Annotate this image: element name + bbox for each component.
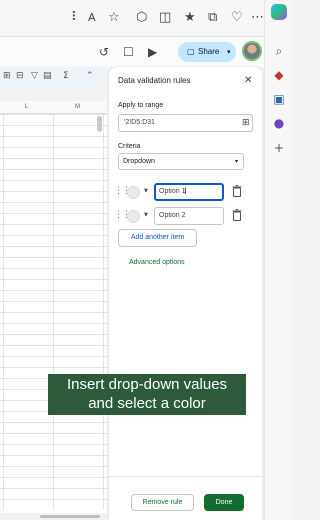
horizontal-scrollbar[interactable] [0,513,107,520]
color-caret-icon[interactable]: ▼ [144,212,148,218]
favorite-star-icon[interactable]: ☆ [108,11,120,25]
criteria-label: Criteria [118,143,141,150]
color-swatch[interactable] [127,210,140,223]
edge-sidebar: ⌕ ◆ ▣ ● + [264,0,292,520]
color-swatch[interactable] [127,186,140,199]
text-size-icon[interactable]: A [88,11,96,25]
add-another-item-button[interactable]: Add another item [118,229,197,247]
collapse-toolbar-icon[interactable]: ⌃ [86,71,94,82]
dropdown-option-row: ⋮⋮ ▼ Option 2 [114,207,252,225]
caption-overlay: Insert drop-down values and select a col… [48,374,246,415]
column-label[interactable]: M [75,104,80,110]
filter-views-icon[interactable]: ▤ [43,71,52,82]
collections-icon[interactable]: ⧉ [208,11,217,25]
apply-to-range-label: Apply to range [118,102,164,109]
select-range-icon[interactable]: ⊞ [242,118,250,128]
scrollbar-thumb[interactable] [40,515,100,518]
copilot-icon[interactable] [271,4,287,20]
browser-essentials-icon[interactable]: ♡ [231,11,243,25]
grid-cells[interactable] [0,114,107,510]
color-caret-icon[interactable]: ▼ [144,188,148,194]
caption-line-1: Insert drop-down values [66,376,228,393]
delete-icon[interactable] [232,185,242,197]
version-history-icon[interactable]: ↺ [99,45,109,59]
shopping-icon[interactable]: ◆ [272,68,286,82]
borders-icon[interactable]: ⊞ [3,71,11,82]
share-button[interactable]: ▢ Share ▾ [178,42,236,62]
avatar[interactable] [242,41,262,61]
games-icon[interactable]: ● [272,116,286,130]
search-icon[interactable]: ⌕ [272,44,286,58]
formatting-toolbar: ⊞ ⊟ ▽ ▤ Σ ⌃ [0,67,107,87]
functions-icon[interactable]: Σ [63,71,69,82]
share-label: Share [198,47,220,56]
merge-cells-icon[interactable]: ⊟ [16,71,24,82]
dropdown-option-row: ⋮⋮ ▼ Option 1 I [114,183,252,201]
option-value: Option 2 [159,212,186,219]
more-menu-icon[interactable]: ⋯ [251,11,264,25]
criteria-dropdown[interactable]: Dropdown ▾ [118,153,244,170]
lock-icon: ▢ [187,47,195,56]
split-screen-icon[interactable]: ◫ [159,11,171,25]
column-header: L M [0,101,107,114]
caption-line-2: and select a color [88,395,206,412]
option-input[interactable]: Option 2 [154,207,224,225]
favorites-icon[interactable]: ★ [184,11,196,25]
chevron-down-icon[interactable]: ▾ [227,42,231,62]
range-value: '2!D5:D31 [124,119,155,126]
close-icon[interactable]: ✕ [244,75,252,87]
browser-toolbar: ⠇ A ☆ ⬡ ◫ ★ ⧉ ♡ ⋯ [0,0,292,37]
meet-icon[interactable]: ▶ [148,45,157,59]
criteria-value: Dropdown [123,158,155,165]
filter-icon[interactable]: ▽ [31,71,38,82]
done-button[interactable]: Done [204,494,244,511]
option-value: Option 1 [159,188,186,195]
delete-icon[interactable] [232,209,242,221]
extension-icon[interactable]: ⬡ [136,11,147,25]
read-aloud-icon[interactable]: ⠇ [71,11,81,25]
data-validation-panel: Data validation rules ✕ Apply to range '… [109,67,262,520]
column-label[interactable]: L [25,104,28,110]
dropdown-caret-icon: ▾ [235,158,239,165]
vertical-scrollbar[interactable] [97,116,102,132]
tools-icon[interactable]: ▣ [272,92,286,106]
range-input[interactable]: '2!D5:D31 ⊞ [118,114,253,132]
add-sidebar-app-icon[interactable]: + [272,141,286,155]
text-cursor-icon: I [184,187,187,197]
remove-rule-button[interactable]: Remove rule [131,494,194,511]
panel-title: Data validation rules [118,76,191,85]
panel-footer: Remove rule Done [109,476,262,520]
option-input[interactable]: Option 1 I [154,183,224,201]
advanced-options-link[interactable]: Advanced options [129,259,185,266]
comments-icon[interactable]: ☐ [123,45,134,59]
